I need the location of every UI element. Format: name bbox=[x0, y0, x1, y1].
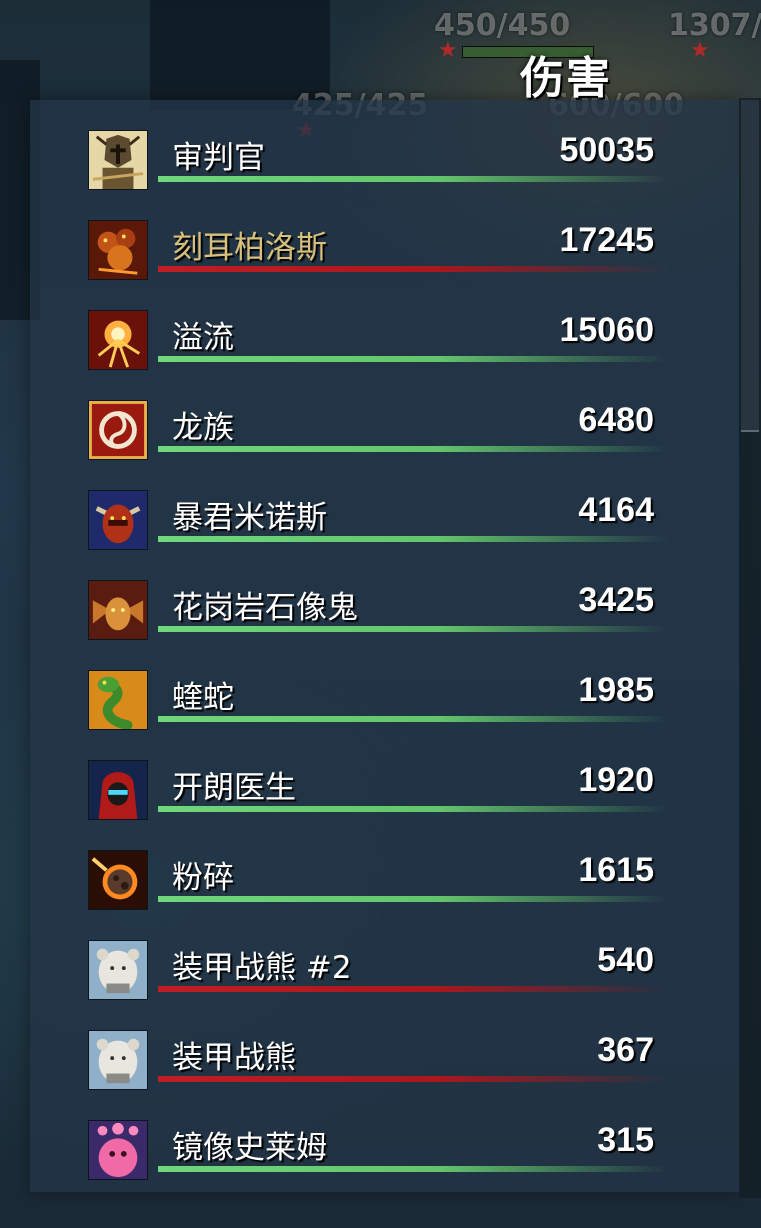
ally-team-bar bbox=[158, 716, 668, 722]
unit-name: 暴君米诺斯 bbox=[172, 500, 327, 536]
unit-name: 开朗医生 bbox=[172, 770, 296, 806]
viper-icon bbox=[88, 670, 148, 730]
damage-row[interactable]: 装甲战熊 367 bbox=[88, 1030, 668, 1092]
damage-row[interactable]: 溢流 15060 bbox=[88, 310, 668, 372]
level-star-icon: ★ bbox=[690, 38, 710, 63]
damage-row[interactable]: 开朗医生 1920 bbox=[88, 760, 668, 822]
unit-name: 花岗岩石像鬼 bbox=[172, 590, 358, 626]
damage-row[interactable]: 蝰蛇 1985 bbox=[88, 670, 668, 732]
damage-value: 50035 bbox=[559, 131, 654, 169]
ally-team-bar bbox=[158, 176, 668, 182]
ally-team-bar bbox=[158, 896, 668, 902]
damage-value: 1985 bbox=[578, 671, 654, 709]
cerberus-icon bbox=[88, 220, 148, 280]
enemy-team-bar bbox=[158, 266, 668, 272]
unit-name: 装甲战熊 #2 bbox=[172, 950, 352, 986]
unit-name: 装甲战熊 bbox=[172, 1040, 296, 1076]
minotaur-icon bbox=[88, 490, 148, 550]
unit-name: 溢流 bbox=[172, 320, 234, 356]
damage-value: 4164 bbox=[578, 491, 654, 529]
scrollbar-thumb[interactable] bbox=[741, 100, 759, 432]
overhead-hp-label: 450/450 bbox=[434, 8, 571, 43]
unit-name: 审判官 bbox=[172, 140, 265, 176]
damage-row[interactable]: 装甲战熊 #2 540 bbox=[88, 940, 668, 1002]
damage-value: 315 bbox=[597, 1121, 654, 1159]
ally-team-bar bbox=[158, 446, 668, 452]
unit-name: 镜像史莱姆 bbox=[172, 1130, 327, 1166]
overhead-hp-label: 1307/ bbox=[668, 8, 761, 43]
helmet-knight-icon bbox=[88, 130, 148, 190]
damage-value: 1615 bbox=[578, 851, 654, 889]
damage-row[interactable]: 龙族 6480 bbox=[88, 400, 668, 462]
damage-value: 3425 bbox=[578, 581, 654, 619]
damage-row[interactable]: 镜像史莱姆 315 bbox=[88, 1120, 668, 1182]
damage-value: 367 bbox=[597, 1031, 654, 1069]
damage-row[interactable]: 暴君米诺斯 4164 bbox=[88, 490, 668, 552]
meteor-icon bbox=[88, 850, 148, 910]
level-star-icon: ★ bbox=[438, 38, 458, 63]
gargoyle-icon bbox=[88, 580, 148, 640]
damage-row[interactable]: 审判官 50035 bbox=[88, 130, 668, 192]
enemy-team-bar bbox=[158, 986, 668, 992]
unit-name: 粉碎 bbox=[172, 860, 234, 896]
unit-name: 龙族 bbox=[172, 410, 234, 446]
damage-value: 1920 bbox=[578, 761, 654, 799]
enemy-team-bar bbox=[158, 1076, 668, 1082]
damage-value: 6480 bbox=[578, 401, 654, 439]
damage-row[interactable]: 刻耳柏洛斯 17245 bbox=[88, 220, 668, 282]
dragon-emblem-icon bbox=[88, 400, 148, 460]
eruption-icon bbox=[88, 310, 148, 370]
ally-team-bar bbox=[158, 806, 668, 812]
ally-team-bar bbox=[158, 1166, 668, 1172]
damage-row[interactable]: 花岗岩石像鬼 3425 bbox=[88, 580, 668, 642]
unit-name: 蝰蛇 bbox=[172, 680, 234, 716]
ally-team-bar bbox=[158, 356, 668, 362]
ally-team-bar bbox=[158, 536, 668, 542]
pink-slime-icon bbox=[88, 1120, 148, 1180]
panel-title: 伤害 bbox=[520, 53, 612, 104]
armored-bear-icon bbox=[88, 1030, 148, 1090]
hooded-doctor-icon bbox=[88, 760, 148, 820]
unit-name: 刻耳柏洛斯 bbox=[172, 230, 327, 266]
damage-value: 540 bbox=[597, 941, 654, 979]
damage-value: 17245 bbox=[559, 221, 654, 259]
damage-row[interactable]: 粉碎 1615 bbox=[88, 850, 668, 912]
damage-value: 15060 bbox=[559, 311, 654, 349]
ally-team-bar bbox=[158, 626, 668, 632]
armored-bear-icon bbox=[88, 940, 148, 1000]
